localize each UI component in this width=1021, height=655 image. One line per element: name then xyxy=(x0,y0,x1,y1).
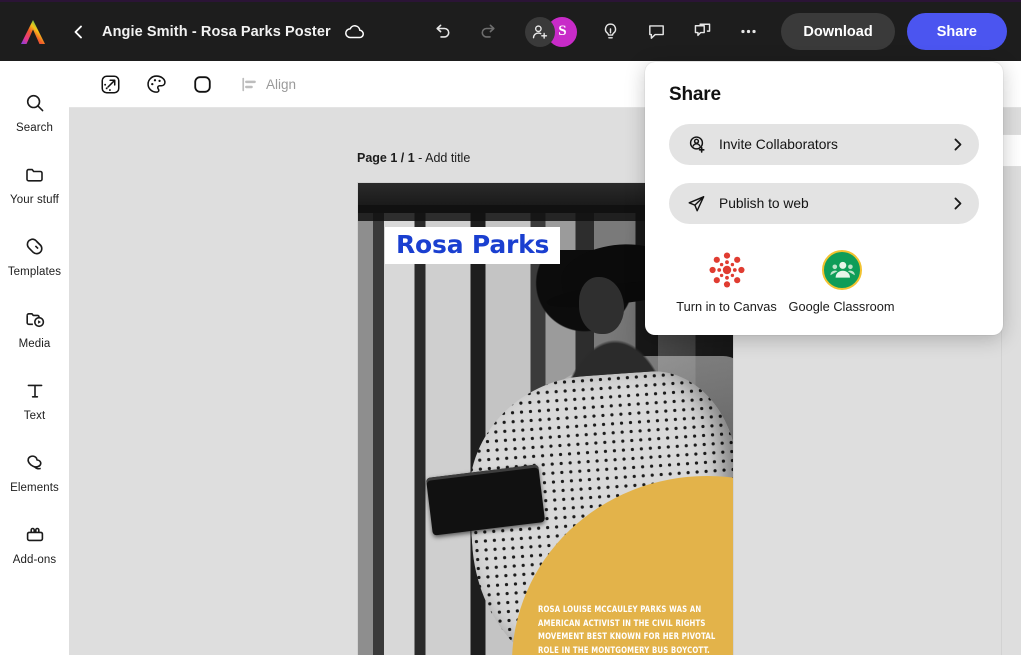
share-apps-row: Turn in to Canvas Google Classroom xyxy=(669,250,899,314)
sidebar-item-your-stuff[interactable]: Your stuff xyxy=(0,147,69,219)
templates-icon xyxy=(24,232,46,262)
comment-icon[interactable] xyxy=(639,15,673,49)
add-person-icon[interactable] xyxy=(525,16,556,47)
sidebar-item-label: Add-ons xyxy=(12,554,57,566)
sidebar-item-templates[interactable]: Templates xyxy=(0,219,69,291)
chevron-right-icon xyxy=(950,196,965,211)
text-icon xyxy=(24,376,46,406)
sidebar-item-label: Media xyxy=(18,338,51,350)
document-title[interactable]: Angie Smith - Rosa Parks Poster xyxy=(102,24,331,40)
redo-icon[interactable] xyxy=(471,15,505,49)
poster-body-text[interactable]: ROSA LOUISE MCCAULEY PARKS WAS AN AMERIC… xyxy=(538,603,724,655)
add-ons-icon xyxy=(24,520,46,550)
more-options-icon[interactable] xyxy=(731,15,765,49)
share-panel-heading: Share xyxy=(669,84,721,105)
poster-title-banner[interactable]: Rosa Parks xyxy=(385,227,561,264)
collaborators-group: S xyxy=(525,16,578,47)
align-control: Align xyxy=(240,75,296,94)
sidebar-item-add-ons[interactable]: Add-ons xyxy=(0,507,69,579)
resize-icon[interactable] xyxy=(92,66,128,102)
align-left-icon xyxy=(240,75,259,94)
right-panel-peek xyxy=(1001,108,1021,655)
invite-collaborators-row[interactable]: Invite Collaborators xyxy=(669,124,979,165)
top-bar: Angie Smith - Rosa Parks Poster S Downlo… xyxy=(0,0,1021,61)
sidebar-item-elements[interactable]: Elements xyxy=(0,435,69,507)
publish-to-web-row[interactable]: Publish to web xyxy=(669,183,979,224)
sidebar-item-label: Elements xyxy=(10,482,59,494)
duplicate-icon[interactable] xyxy=(685,15,719,49)
top-bar-actions: S Download Share xyxy=(419,13,1021,50)
google-classroom-tile[interactable]: Google Classroom xyxy=(784,250,899,314)
back-button[interactable] xyxy=(66,19,92,45)
invite-collaborators-icon xyxy=(685,134,707,156)
app-tile-label: Google Classroom xyxy=(788,299,895,314)
download-button[interactable]: Download xyxy=(781,13,895,50)
sidebar-item-search[interactable]: Search xyxy=(0,75,69,147)
sidebar-item-label: Your stuff xyxy=(10,194,59,206)
chevron-right-icon xyxy=(950,137,965,152)
cloud-saved-icon xyxy=(343,20,367,44)
sidebar-item-text[interactable]: Text xyxy=(0,363,69,435)
sidebar-item-label: Templates xyxy=(7,266,62,278)
share-panel: Share Invite Collaborators Publish to we… xyxy=(645,62,1003,335)
sidebar-item-media[interactable]: Media xyxy=(0,291,69,363)
share-button[interactable]: Share xyxy=(906,13,1007,50)
sidebar-item-label: Text xyxy=(23,410,46,422)
add-title-link[interactable]: - Add title xyxy=(415,151,470,165)
google-classroom-logo xyxy=(821,250,862,290)
search-icon xyxy=(24,88,46,118)
align-label: Align xyxy=(266,76,297,92)
undo-icon[interactable] xyxy=(425,15,459,49)
folder-icon xyxy=(24,160,46,190)
canvas-lms-logo xyxy=(707,250,747,290)
sidebar-item-label: Search xyxy=(15,122,54,134)
share-row-label: Publish to web xyxy=(719,196,809,211)
poster-title: Rosa Parks xyxy=(396,230,550,260)
right-panel-peek-card xyxy=(1001,134,1021,167)
app-tile-label: Turn in to Canvas xyxy=(676,299,777,314)
elements-icon xyxy=(24,448,46,478)
color-palette-icon[interactable] xyxy=(138,66,174,102)
share-row-label: Invite Collaborators xyxy=(719,137,838,152)
left-sidebar: Search Your stuff Templates Media Text E… xyxy=(0,61,69,655)
lightbulb-icon[interactable] xyxy=(593,15,627,49)
page-number: Page 1 / 1 xyxy=(357,151,415,165)
media-icon xyxy=(24,304,46,334)
publish-paper-plane-icon xyxy=(685,193,707,215)
rounded-square-icon[interactable] xyxy=(184,66,220,102)
page-label[interactable]: Page 1 / 1 - Add title xyxy=(357,151,470,165)
turn-in-to-canvas-tile[interactable]: Turn in to Canvas xyxy=(669,250,784,314)
adobe-express-logo[interactable] xyxy=(16,15,50,49)
